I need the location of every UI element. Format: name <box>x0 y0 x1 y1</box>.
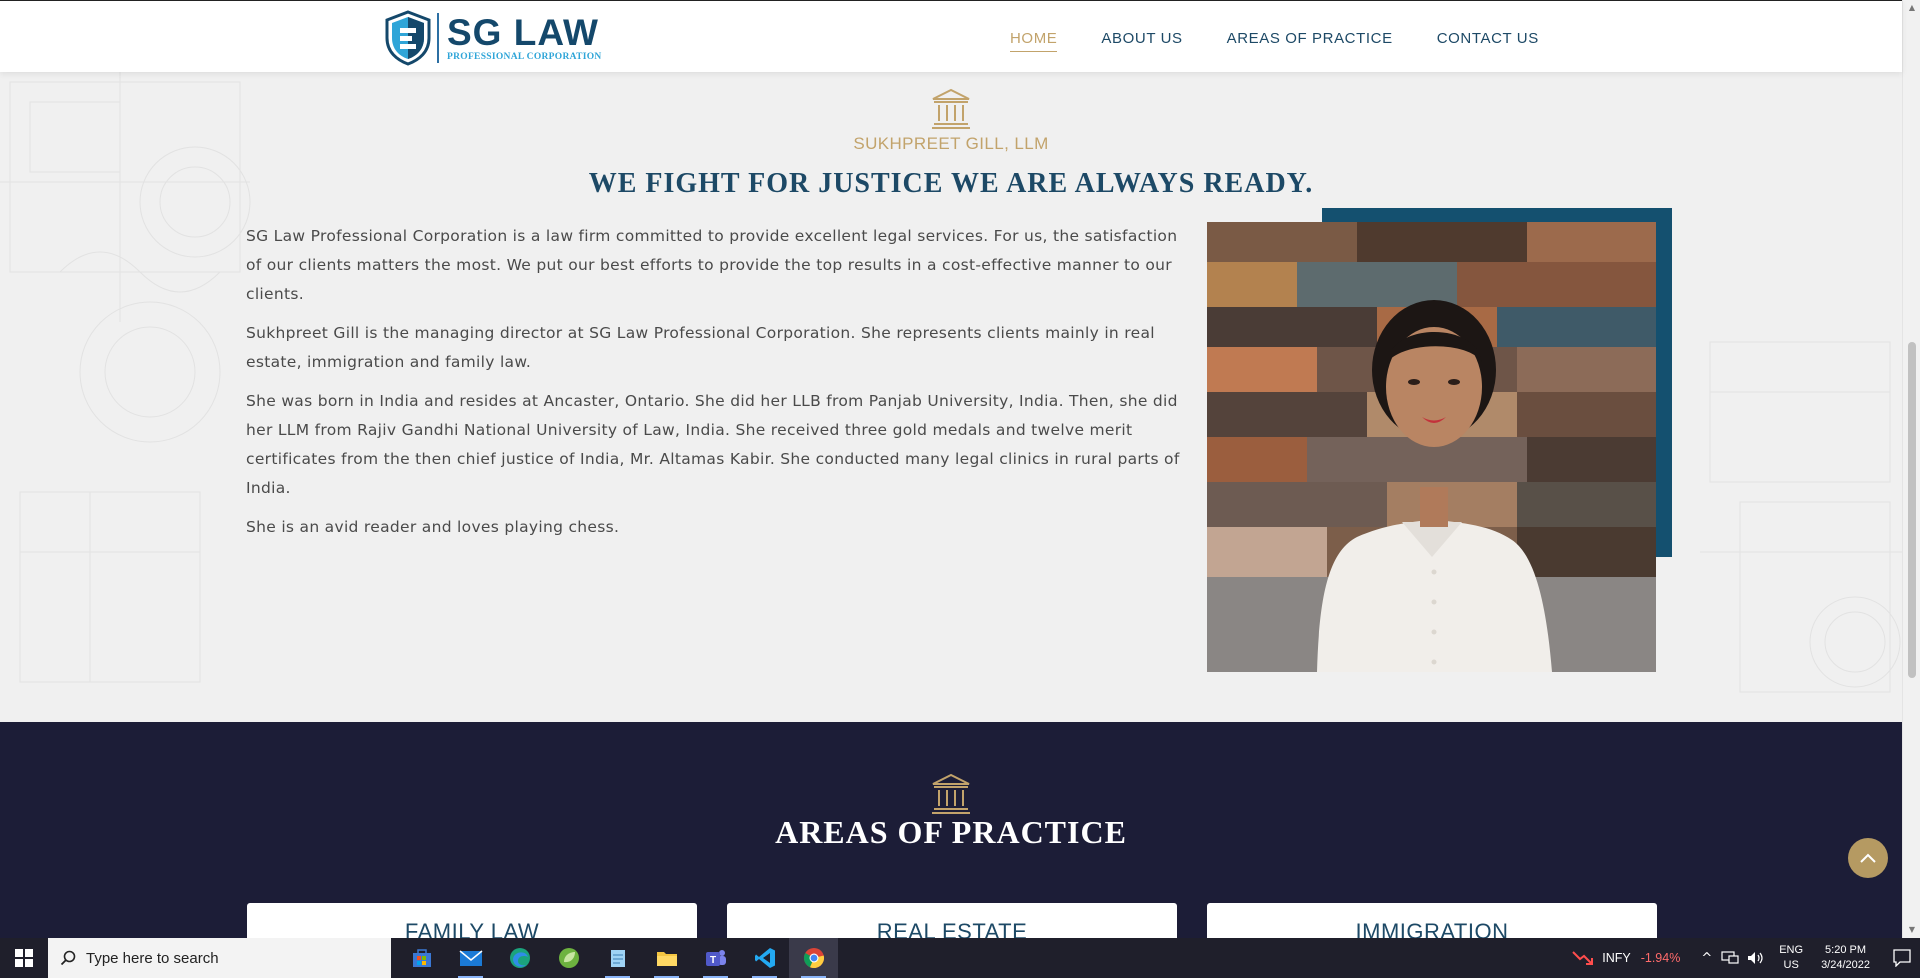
start-button[interactable] <box>0 938 48 978</box>
search-icon <box>60 950 76 966</box>
stock-change: -1.94% <box>1640 951 1681 965</box>
notepad-icon <box>610 950 625 967</box>
edge-browser-icon <box>509 948 530 968</box>
attorney-portrait-photo <box>1207 222 1656 672</box>
practice-card-real-estate[interactable]: REAL ESTATE <box>727 903 1177 938</box>
search-placeholder: Type here to search <box>86 949 219 967</box>
chrome-icon <box>803 948 824 969</box>
shield-logo-icon <box>385 10 431 66</box>
attorney-name-eyebrow: SUKHPREET GILL, LLM <box>853 134 1049 153</box>
taskbar-mail[interactable] <box>446 938 495 978</box>
taskbar-vscode[interactable] <box>740 938 789 978</box>
stock-symbol: INFY <box>1602 951 1631 965</box>
nav-about-us[interactable]: ABOUT US <box>1101 30 1182 52</box>
practice-card-label: FAMILY LAW <box>404 919 540 938</box>
chevron-up-icon[interactable]: ^ <box>1701 951 1712 966</box>
nav-home[interactable]: HOME <box>1010 30 1058 52</box>
scrollbar-thumb[interactable] <box>1908 342 1916 678</box>
bio-paragraph: SG Law Professional Corporation is a law… <box>246 227 1178 303</box>
network-icon[interactable] <box>1721 951 1739 965</box>
store-icon <box>412 949 431 967</box>
bio-paragraph: She is an avid reader and loves playing … <box>246 518 620 536</box>
page-scrollbar[interactable]: ▲ ▼ <box>1902 0 1920 938</box>
teams-icon: T <box>705 950 726 966</box>
scroll-down-icon[interactable]: ▼ <box>1908 926 1916 934</box>
windows-taskbar: Type here to search T INFY -1.94% ^ ENG … <box>0 938 1920 978</box>
stock-widget[interactable]: INFY -1.94% <box>1572 950 1680 966</box>
about-section: SUKHPREET GILL, LLM WE FIGHT FOR JUSTICE… <box>0 72 1902 722</box>
taskbar-search-box[interactable]: Type here to search <box>48 938 391 978</box>
bio-text: SG Law Professional Corporation is a law… <box>246 222 1181 552</box>
bio-paragraph: She was born in India and resides at Anc… <box>246 392 1180 497</box>
taskbar-spring-tool[interactable] <box>544 938 593 978</box>
taskbar-file-explorer[interactable] <box>642 938 691 978</box>
windows-logo-icon <box>15 949 33 967</box>
folder-icon <box>656 952 677 966</box>
courthouse-icon <box>932 88 970 129</box>
taskbar-teams[interactable]: T <box>691 938 740 978</box>
volume-icon[interactable] <box>1747 951 1765 965</box>
about-heading: WE FIGHT FOR JUSTICE WE ARE ALWAYS READY… <box>588 168 1314 199</box>
action-center-button[interactable] <box>1884 938 1920 978</box>
practice-heading: AREAS OF PRACTICE <box>775 814 1127 850</box>
language-indicator[interactable]: ENG US <box>1779 943 1803 973</box>
brand-subtitle: PROFESSIONAL CORPORATION <box>447 51 602 62</box>
taskbar-notepad[interactable] <box>593 938 642 978</box>
back-to-top-button[interactable] <box>1848 838 1888 878</box>
svg-text:T: T <box>709 955 715 966</box>
region-code: US <box>1783 959 1799 971</box>
brand-name: SG LAW <box>447 11 599 53</box>
site-header: SG LAW PROFESSIONAL CORPORATION HOME ABO… <box>0 0 1902 72</box>
logo-divider <box>437 13 439 63</box>
practice-card-label: REAL ESTATE <box>876 919 1028 938</box>
taskbar-clock[interactable]: 5:20 PM 3/24/2022 <box>1821 943 1870 973</box>
taskbar-edge[interactable] <box>495 938 544 978</box>
practice-card-immigration[interactable]: IMMIGRATION <box>1207 903 1657 938</box>
clock-time: 5:20 PM <box>1825 944 1867 956</box>
courthouse-icon <box>932 773 970 814</box>
clock-date: 3/24/2022 <box>1821 959 1870 971</box>
practice-card-family-law[interactable]: FAMILY LAW <box>247 903 697 938</box>
pinned-apps: T <box>397 938 838 978</box>
mail-icon <box>459 950 482 966</box>
taskbar-chrome[interactable] <box>789 938 838 978</box>
bio-paragraph: Sukhpreet Gill is the managing director … <box>246 324 1155 371</box>
trend-down-icon <box>1572 951 1594 965</box>
nav-areas-of-practice[interactable]: AREAS OF PRACTICE <box>1227 30 1393 52</box>
leaf-app-icon <box>558 948 579 968</box>
taskbar-store[interactable] <box>397 938 446 978</box>
system-tray: INFY -1.94% ^ ENG US 5:20 PM 3/24/2022 <box>1572 938 1920 978</box>
practice-card-label: IMMIGRATION <box>1355 919 1509 938</box>
nav-contact-us[interactable]: CONTACT US <box>1437 30 1539 52</box>
vscode-icon <box>754 948 775 968</box>
site-logo[interactable]: SG LAW PROFESSIONAL CORPORATION <box>383 10 602 66</box>
main-nav: HOME ABOUT US AREAS OF PRACTICE CONTACT … <box>1010 30 1539 52</box>
chevron-up-icon <box>1860 853 1876 863</box>
notification-icon <box>1893 949 1911 967</box>
language-code: ENG <box>1779 944 1804 956</box>
scroll-up-icon[interactable]: ▲ <box>1908 4 1916 12</box>
areas-of-practice-section: AREAS OF PRACTICE FAMILY LAW REAL ESTATE… <box>0 722 1902 938</box>
